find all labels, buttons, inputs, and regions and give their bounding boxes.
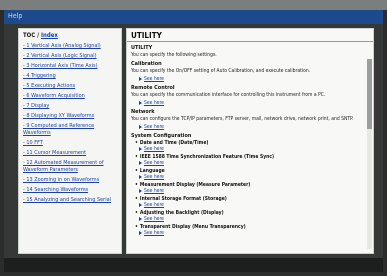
arrow-right-icon [139, 160, 142, 165]
bullet-icon: • [135, 182, 138, 188]
bullet-icon: • [135, 154, 138, 160]
page-title: UTILITY [127, 29, 373, 42]
see-here-link[interactable]: See here [139, 124, 369, 130]
content-scrollbar[interactable] [367, 59, 372, 249]
toc-item[interactable]: - 10 FFT [19, 140, 121, 147]
toc-item[interactable]: - 9 Computed and Reference Waveforms [19, 123, 121, 137]
arrow-right-icon [139, 216, 142, 221]
arrow-right-icon [139, 146, 142, 151]
intro-text: You can specify the following settings. [131, 52, 217, 58]
toc-item-label: 5 Executing Actions [26, 83, 76, 89]
device-frame-top [0, 0, 387, 10]
toc-item[interactable]: - 7 Display [19, 103, 121, 110]
bullet-icon: • [135, 140, 138, 146]
toc-item-label: 8 Displaying XY Waveforms [26, 113, 95, 119]
arrow-right-icon [139, 124, 142, 129]
toc-item[interactable]: - 3 Horizontal Axis (Time Axis) [19, 63, 121, 70]
toc-item[interactable]: - 1 Vertical Axis (Analog Signal) [19, 43, 121, 50]
see-here-link[interactable]: See here [139, 174, 369, 180]
system-config-list: • Date and Time (Date/Time) See here • IEEE … [127, 140, 373, 236]
see-here-link[interactable]: See here [139, 188, 369, 194]
bottom-status-bar [4, 258, 383, 272]
scrollbar-thumb[interactable] [367, 59, 372, 129]
toc-item-label: 7 Display [26, 103, 50, 109]
see-here-link[interactable]: See here [139, 202, 369, 208]
toc-item[interactable]: - 13 Zooming in on Waveforms [19, 177, 121, 184]
arrow-right-icon [139, 174, 142, 179]
system-config-title: System Configuration [131, 133, 192, 139]
see-here-link[interactable]: See here [139, 76, 369, 82]
arrow-right-icon [139, 188, 142, 193]
toc-item-label: 2 Vertical Axis (Logic Signal) [26, 53, 97, 59]
section-title: Network [131, 109, 155, 115]
toc-header: TOC / Index [23, 32, 121, 39]
toc-item-label: 14 Searching Waveforms [26, 187, 89, 193]
content-panel: UTILITY UTILITY You can specify the foll… [126, 28, 374, 254]
toc-item[interactable]: - 5 Executing Actions [19, 83, 121, 90]
toc-item-label: 11 Cursor Measurement [26, 150, 87, 156]
help-title-bar [4, 10, 383, 24]
toc-panel: TOC / Index - 1 Vertical Axis (Analog Si… [18, 28, 122, 254]
section-title: Calibration [131, 61, 162, 67]
arrow-right-icon [139, 230, 142, 235]
sections-list: Calibration You can specify the On/OFF se… [127, 61, 373, 130]
toc-item[interactable]: - 8 Displaying XY Waveforms [19, 113, 121, 120]
bullet-icon: • [135, 168, 138, 174]
toc-item[interactable]: - 14 Searching Waveforms [19, 187, 121, 194]
toc-item-label: 10 FFT [26, 140, 43, 146]
toc-item-label: 3 Horizontal Axis (Time Axis) [26, 63, 98, 69]
toc-item-label: 1 Vertical Axis (Analog Signal) [26, 43, 101, 49]
see-here-link[interactable]: See here [139, 100, 369, 106]
toc-item[interactable]: - 2 Vertical Axis (Logic Signal) [19, 53, 121, 60]
see-here-link[interactable]: See here [139, 146, 369, 152]
toc-item-label: 12 Automated Measurement of Waveform Par… [23, 160, 104, 173]
toc-header-prefix: TOC / [23, 32, 40, 39]
see-here-link[interactable]: See here [139, 160, 369, 166]
toc-item[interactable]: - 12 Automated Measurement of Waveform P… [19, 160, 121, 174]
toc-item[interactable]: - 15 Analyzing and Searching Serial [19, 197, 121, 204]
toc-item[interactable]: - 11 Cursor Measurement [19, 150, 121, 157]
toc-item-label: 4 Triggering [26, 73, 56, 79]
toc-item[interactable]: - 6 Waveform Acquisition [19, 93, 121, 100]
bullet-icon: • [135, 196, 138, 202]
section-text: You can configure the TCP/IP parameters,… [131, 116, 354, 122]
toc-item[interactable]: - 4 Triggering [19, 73, 121, 80]
toc-item-label: 9 Computed and Reference Waveforms [23, 123, 95, 136]
bullet-icon: • [135, 210, 138, 216]
arrow-right-icon [139, 76, 142, 81]
section-text: You can specify the On/OFF setting of Au… [131, 68, 311, 74]
toc-item-label: 6 Waveform Acquisition [26, 93, 85, 99]
arrow-right-icon [139, 202, 142, 207]
index-link[interactable]: Index [41, 32, 58, 39]
section-text: You can specify the communication interf… [131, 92, 326, 98]
see-here-link[interactable]: See here [139, 216, 369, 222]
section-heading: UTILITY [131, 45, 153, 51]
toc-item-label: 15 Analyzing and Searching Serial [26, 197, 111, 203]
arrow-right-icon [139, 100, 142, 105]
see-here-link[interactable]: See here [139, 230, 369, 236]
toc-item-label: 13 Zooming in on Waveforms [26, 177, 100, 183]
toc-list: - 1 Vertical Axis (Analog Signal) - 2 Ver… [19, 43, 121, 204]
bullet-icon: • [135, 224, 138, 230]
section-title: Remote Control [131, 85, 175, 91]
help-window-title: Help [8, 12, 23, 20]
